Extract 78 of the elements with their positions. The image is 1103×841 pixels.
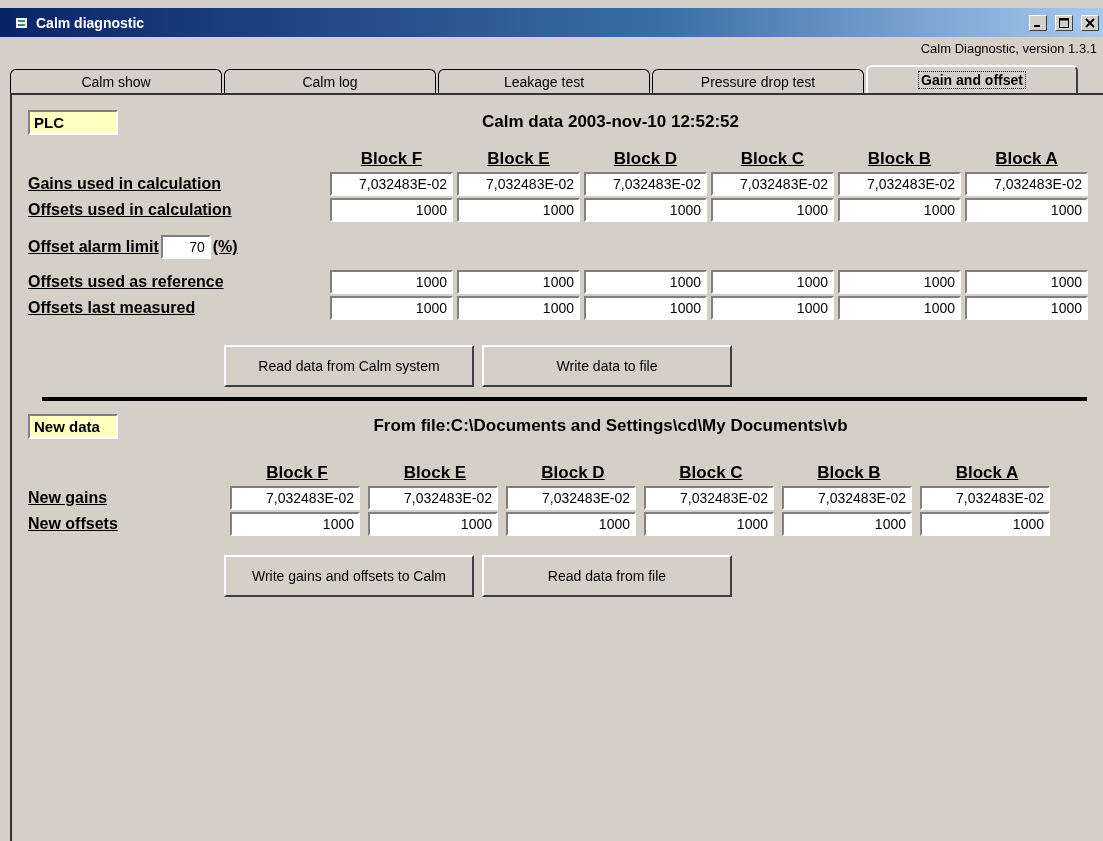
- row-label: Gains used in calculation: [28, 175, 222, 193]
- value-field[interactable]: 7,032483E-02: [644, 486, 774, 510]
- value-field[interactable]: 1000: [711, 296, 834, 320]
- column-header: Block C: [739, 149, 806, 170]
- action-button[interactable]: Read data from file: [482, 555, 732, 597]
- value-field[interactable]: 1000: [330, 198, 453, 222]
- column-header: Block B: [866, 149, 933, 170]
- value-field[interactable]: 1000: [920, 512, 1050, 536]
- value-field[interactable]: 7,032483E-02: [330, 172, 453, 196]
- value-field[interactable]: 1000: [644, 512, 774, 536]
- column-header: Block F: [265, 463, 329, 484]
- value-field[interactable]: 1000: [330, 296, 453, 320]
- value-field[interactable]: 1000: [584, 198, 707, 222]
- tab[interactable]: Gain and offset: [866, 65, 1078, 93]
- value-field[interactable]: 1000: [711, 198, 834, 222]
- window-title: Calm diagnostic: [36, 14, 146, 31]
- section-heading: From file:C:\Documents and Settings\cd\My Documents\vb: [372, 416, 849, 436]
- value-field[interactable]: 1000: [584, 296, 707, 320]
- value-field[interactable]: 1000: [838, 296, 961, 320]
- value-field[interactable]: 1000: [230, 512, 360, 536]
- value-field[interactable]: 7,032483E-02: [711, 172, 834, 196]
- row-label: Offsets last measured: [28, 299, 197, 317]
- value-field[interactable]: 1000: [838, 270, 961, 294]
- action-button[interactable]: Read data from Calm system: [224, 345, 474, 387]
- row-label: New offsets: [28, 515, 119, 533]
- value-field[interactable]: 1000: [457, 198, 580, 222]
- column-header: Block C: [678, 463, 744, 484]
- column-header: Block E: [402, 463, 468, 484]
- version-label: Calm Diagnostic, version 1.3.1: [920, 41, 1097, 58]
- value-field[interactable]: 1000: [965, 270, 1088, 294]
- value-field[interactable]: 7,032483E-02: [457, 172, 580, 196]
- value-field[interactable]: 7,032483E-02: [838, 172, 961, 196]
- value-field[interactable]: 1000: [506, 512, 636, 536]
- maximize-button[interactable]: [1055, 14, 1073, 31]
- value-field[interactable]: 1000: [368, 512, 498, 536]
- row-label: Offsets used as reference: [28, 273, 225, 291]
- minimize-icon: [1033, 24, 1040, 27]
- column-header: Block D: [612, 149, 679, 170]
- tab[interactable]: Leakage test: [438, 69, 650, 93]
- value-field[interactable]: 1000: [711, 270, 834, 294]
- row-label: Offset alarm limit: [28, 238, 159, 256]
- column-header: Block A: [954, 463, 1020, 484]
- tab[interactable]: Calm log: [224, 69, 436, 93]
- row-label: New gains: [28, 489, 109, 507]
- value-field[interactable]: 7,032483E-02: [506, 486, 636, 510]
- maximize-icon: [1059, 17, 1069, 28]
- alarm-limit-field[interactable]: 70: [160, 235, 211, 259]
- column-header: Block E: [486, 149, 551, 170]
- column-header: Block F: [359, 149, 424, 170]
- value-field[interactable]: 1000: [782, 512, 912, 536]
- section-badge: PLC: [28, 109, 118, 135]
- value-field[interactable]: 1000: [965, 198, 1088, 222]
- unit-label: (%): [212, 238, 238, 256]
- section-badge: New data: [28, 413, 118, 439]
- action-button[interactable]: Write data to file: [482, 345, 732, 387]
- value-field[interactable]: 7,032483E-02: [230, 486, 360, 510]
- tab[interactable]: Calm show: [10, 69, 222, 93]
- tab[interactable]: Pressure drop test: [652, 69, 864, 93]
- close-button[interactable]: [1081, 14, 1099, 31]
- value-field[interactable]: 7,032483E-02: [920, 486, 1050, 510]
- value-field[interactable]: 7,032483E-02: [584, 172, 707, 196]
- action-button[interactable]: Write gains and offsets to Calm: [224, 555, 474, 597]
- column-header: Block B: [816, 463, 882, 484]
- value-field[interactable]: 7,032483E-02: [965, 172, 1088, 196]
- value-field[interactable]: 1000: [584, 270, 707, 294]
- column-header: Block D: [540, 463, 606, 484]
- value-field[interactable]: 1000: [457, 296, 580, 320]
- row-label: Offsets used in calculation: [28, 201, 233, 219]
- value-field[interactable]: 1000: [965, 296, 1088, 320]
- value-field[interactable]: 1000: [838, 198, 961, 222]
- column-header: Block A: [994, 149, 1059, 170]
- close-icon: [1085, 17, 1095, 28]
- value-field[interactable]: 7,032483E-02: [368, 486, 498, 510]
- minimize-button[interactable]: [1029, 14, 1047, 31]
- value-field[interactable]: 7,032483E-02: [782, 486, 912, 510]
- section-heading: Calm data 2003-nov-10 12:52:52: [481, 112, 740, 132]
- value-field[interactable]: 1000: [330, 270, 453, 294]
- value-field[interactable]: 1000: [457, 270, 580, 294]
